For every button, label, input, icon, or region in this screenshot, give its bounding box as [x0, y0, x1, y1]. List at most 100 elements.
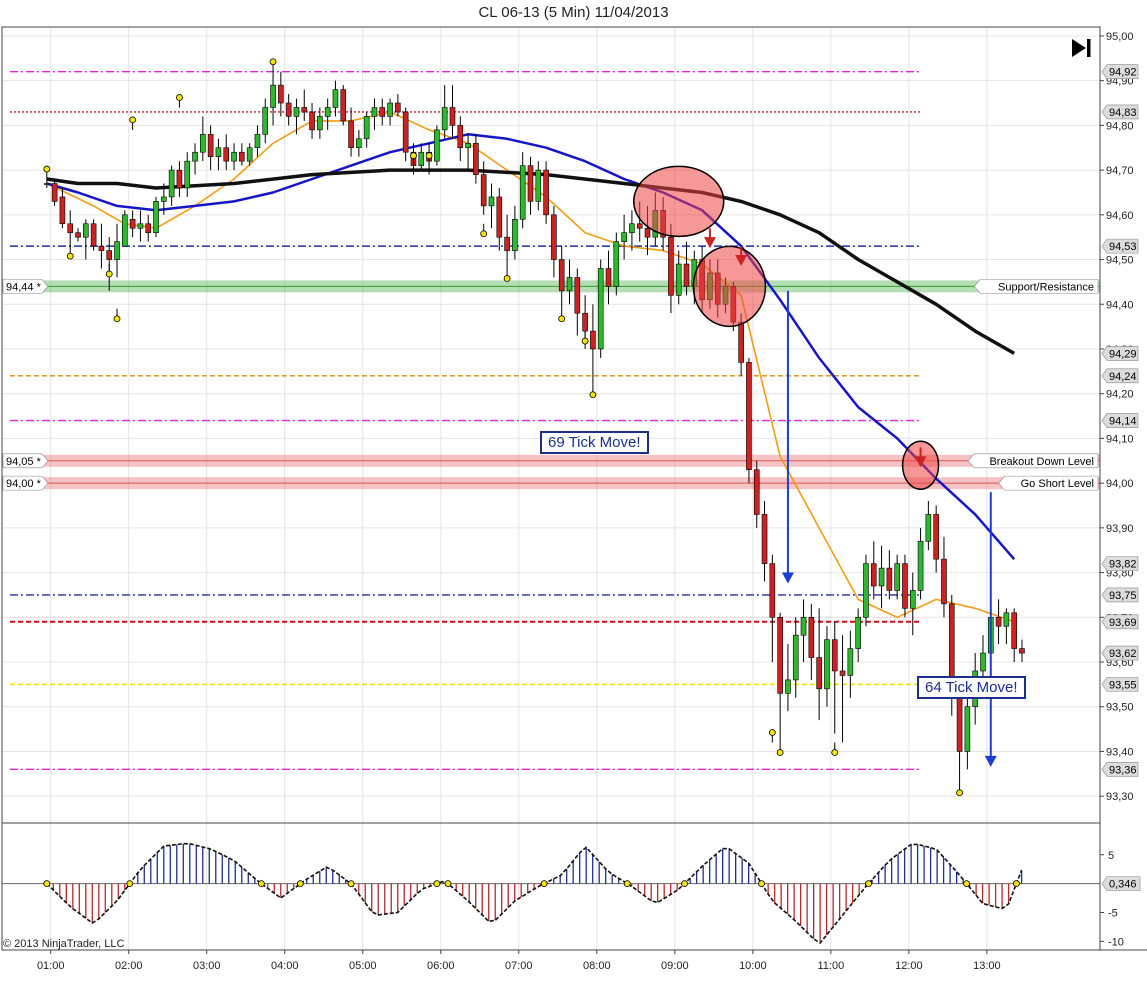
level-price-tag-text: 94,53 [1109, 241, 1137, 253]
candle-body [106, 250, 113, 260]
candle-body [543, 169, 549, 216]
candle-body [301, 107, 308, 113]
candle-body [886, 567, 893, 591]
candle-body [629, 223, 635, 234]
candle-body [285, 102, 292, 117]
candle-body [223, 147, 230, 162]
x-tick-label: 13:00 [973, 960, 1001, 972]
swing-low-marker [480, 230, 488, 238]
candle-body [90, 223, 97, 247]
candle-body [621, 232, 627, 242]
x-tick-label: 02:00 [115, 960, 143, 972]
candle-body [332, 89, 339, 108]
candle-body [192, 151, 198, 162]
candle-body [122, 214, 128, 247]
candle-body [356, 138, 362, 149]
candle-body [590, 330, 596, 350]
y-tick-label: 93,40 [1106, 746, 1134, 758]
candle-body [207, 134, 214, 157]
level-right-label-text: Breakout Down Level [989, 456, 1094, 468]
candle-body [457, 125, 464, 149]
osc-signal-line [46, 842, 1023, 945]
candle-body [761, 514, 768, 564]
candle-body [449, 107, 456, 126]
x-tick-label: 09:00 [661, 960, 689, 972]
candle-body [941, 558, 947, 605]
osc-cross-marker [433, 880, 441, 888]
highlight-circle [692, 245, 767, 328]
swing-low-marker [956, 789, 963, 797]
annotation-64-tick-move: 64 Tick Move! [917, 676, 1026, 699]
candle-body [480, 174, 487, 207]
candle-body [816, 657, 822, 690]
osc-cross-marker [126, 880, 134, 888]
candle-body [535, 169, 542, 202]
candle-body [512, 218, 518, 251]
arrow-head [781, 572, 794, 584]
candle-body [1011, 612, 1017, 649]
swing-high-marker [425, 152, 433, 160]
candle-body [387, 102, 393, 117]
level-price-tag-text: 93,36 [1109, 764, 1137, 776]
osc-cross-marker [865, 880, 872, 888]
candle-body [184, 160, 191, 189]
y-tick-label: 94,70 [1106, 165, 1134, 177]
candle-body [831, 639, 838, 672]
candle-body [902, 563, 908, 609]
candle-body [293, 107, 300, 117]
annotation-69-tick-move: 69 Tick Move! [540, 431, 649, 454]
osc-cross-marker [296, 880, 304, 888]
candle-body [137, 223, 144, 229]
swing-low-marker [558, 315, 566, 323]
candle-body [270, 84, 276, 108]
level-right-label-text: Support/Resistance [998, 281, 1094, 293]
swing-low-marker [831, 749, 839, 756]
candle-body [964, 706, 971, 752]
oscillator-panel [2, 842, 1100, 945]
candle-body [1003, 612, 1010, 627]
osc-cross-marker [347, 880, 355, 888]
candle-body [67, 223, 74, 234]
candle-body [777, 616, 783, 694]
candle-body [847, 648, 854, 676]
x-tick-label: 01:00 [37, 960, 65, 972]
candle-body [441, 107, 448, 131]
swing-low-marker [66, 252, 74, 260]
candle-body [863, 563, 869, 618]
candle-body [176, 169, 183, 189]
candle-body [254, 134, 261, 149]
current-price-tag-text: 93,82 [1109, 559, 1137, 571]
candle-body [262, 107, 269, 135]
osc-cross-marker [444, 880, 452, 888]
candle-body [597, 268, 604, 350]
main-panel-frame [1, 26, 1101, 824]
candle-body [309, 111, 315, 131]
swing-high-marker [269, 58, 277, 66]
osc-cross-marker [540, 880, 548, 888]
candle-body [839, 670, 846, 676]
osc-cross-marker [963, 880, 970, 888]
candle-body [504, 236, 510, 251]
candle-body [161, 196, 167, 202]
osc-cross-marker [43, 880, 51, 888]
candle-body [129, 218, 136, 229]
y-tick-label: 93,30 [1106, 791, 1134, 803]
osc-cross-marker [257, 880, 265, 888]
candle-body [488, 196, 495, 207]
level-price-tag-text: 93,75 [1109, 590, 1137, 602]
candle-body [496, 196, 503, 238]
candle-body [925, 514, 932, 542]
candle-body [215, 147, 222, 157]
skip-forward-icon[interactable] [1069, 36, 1093, 60]
current-price-tag-text: 94,29 [1109, 348, 1137, 360]
swing-high-marker [129, 116, 137, 124]
candle-body [769, 563, 776, 618]
candle-body [746, 362, 752, 471]
candle-body [527, 165, 534, 202]
level-left-tag-text: 94,44 * [6, 281, 42, 293]
candle-body [278, 84, 284, 104]
level-right-label-text: Go Short Level [1021, 478, 1094, 490]
level-left-tag-text: 94,00 * [6, 478, 42, 490]
candle-body [168, 169, 175, 198]
x-tick-label: 10:00 [739, 960, 767, 972]
